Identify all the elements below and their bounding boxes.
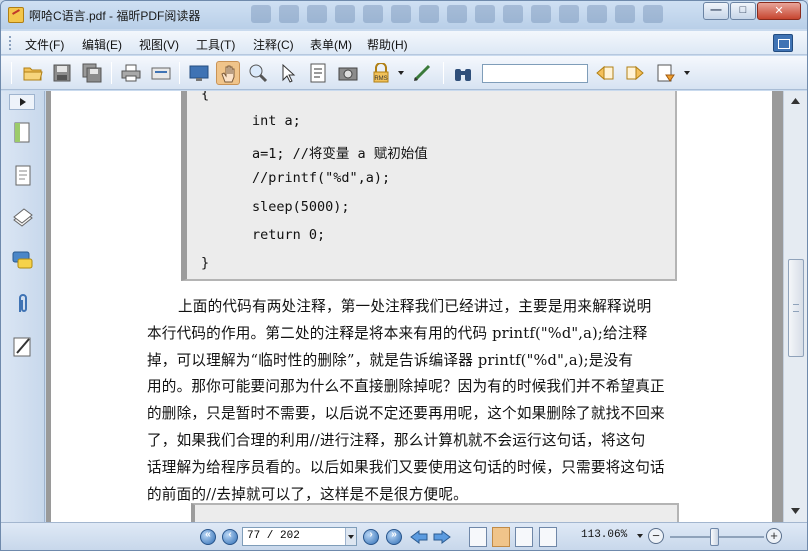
zoom-tool-icon[interactable] (246, 61, 270, 85)
highlight-icon[interactable] (654, 61, 678, 85)
text-select-icon[interactable] (306, 61, 330, 85)
paragraph-line: 掉，可以理解为“临时性的删除”，就是告诉编译器 printf("%d",a);是… (147, 351, 634, 369)
find-next-icon[interactable] (623, 61, 647, 85)
last-page-icon[interactable]: » (386, 529, 402, 545)
paragraph-line: 上面的代码有两处注释，第一处注释我们已经讲过，主要是用来解释说明 (178, 298, 652, 315)
body-paragraph: 上面的代码有两处注释，第一处注释我们已经讲过，主要是用来解释说明 本行代码的作用… (147, 294, 679, 508)
scroll-up-arrow-icon[interactable] (787, 93, 804, 109)
menu-tools[interactable]: 工具(T) (196, 36, 235, 53)
comments-icon[interactable] (12, 249, 34, 273)
find-prev-icon[interactable] (593, 61, 617, 85)
zoom-dropdown-icon[interactable] (637, 534, 643, 538)
paragraph-line: 了，如果我们合理的利用//进行注释，那么计算机就不会运行这句话，将这句 (147, 431, 646, 449)
save-all-icon[interactable] (80, 61, 104, 85)
single-page-view-icon[interactable] (469, 527, 487, 547)
scroll-down-arrow-icon[interactable] (787, 503, 804, 519)
menu-bar: 文件(F) 编辑(E) 视图(V) 工具(T) 注释(C) 表单(M) 帮助(H… (1, 31, 807, 55)
document-viewport[interactable]: { int a; a=1; //将变量 a 赋初始值 //printf("%d"… (46, 91, 783, 522)
window-title: 啊哈C语言.pdf - 福昕PDF阅读器 (29, 9, 201, 23)
bookmarks-icon[interactable] (12, 121, 34, 145)
navigation-sidebar (1, 91, 45, 522)
binoculars-icon[interactable] (451, 61, 475, 85)
vertical-scrollbar[interactable] (783, 91, 807, 522)
code-block: { int a; a=1; //将变量 a 赋初始值 //printf("%d"… (181, 91, 677, 281)
status-bar: « ‹ 77 / 202 › » 113.06% − + (1, 522, 807, 550)
code-line: //printf("%d",a); (252, 170, 391, 186)
continuous-facing-view-icon[interactable] (539, 527, 557, 547)
code-line: int a; (252, 113, 301, 129)
paragraph-line: 本行代码的作用。第二处的注释是将本来有用的代码 printf("%d",a);给… (147, 324, 648, 342)
next-code-block (191, 503, 679, 522)
rms-lock-icon[interactable]: RMS (369, 61, 393, 85)
pdf-page: { int a; a=1; //将变量 a 赋初始值 //printf("%d"… (51, 91, 772, 522)
attachments-icon[interactable] (12, 292, 34, 316)
menu-form[interactable]: 表单(M) (310, 36, 352, 53)
page-number-input[interactable]: 77 / 202 (242, 527, 357, 546)
toolbar-grip (11, 62, 12, 84)
menu-comment[interactable]: 注释(C) (253, 36, 294, 53)
window-controls: — □ ✕ (703, 2, 801, 20)
snapshot-icon[interactable] (336, 61, 360, 85)
go-back-icon[interactable] (410, 530, 428, 544)
zoom-out-button[interactable]: − (648, 528, 664, 544)
go-forward-icon[interactable] (433, 530, 451, 544)
next-page-icon[interactable]: › (363, 529, 379, 545)
code-line: sleep(5000); (252, 199, 350, 215)
open-folder-icon[interactable] (21, 61, 45, 85)
save-icon[interactable] (50, 61, 74, 85)
first-page-icon[interactable]: « (200, 529, 216, 545)
paragraph-line: 的删除，只是暂时不需要，以后说不定还要再用呢，这个如果删除了就找不回来 (147, 405, 665, 423)
sidebar-expand-button[interactable] (9, 94, 35, 110)
menu-help[interactable]: 帮助(H) (367, 36, 408, 53)
maximize-button[interactable]: □ (730, 2, 756, 20)
hand-tool-icon[interactable] (216, 61, 240, 85)
zoom-level[interactable]: 113.06% (581, 529, 627, 541)
scroll-thumb[interactable] (788, 259, 804, 357)
menu-edit[interactable]: 编辑(E) (82, 36, 122, 53)
close-button[interactable]: ✕ (757, 2, 801, 20)
paragraph-line: 用的。那你可能要问那为什么不直接删除掉呢？因为有的时候我们并不希望真正 (147, 378, 665, 396)
code-line: a=1; //将变量 a 赋初始值 (252, 146, 428, 162)
title-bar[interactable]: 啊哈C语言.pdf - 福昕PDF阅读器 — □ ✕ (1, 1, 807, 29)
code-line: } (201, 255, 210, 271)
app-window: 啊哈C语言.pdf - 福昕PDF阅读器 — □ ✕ 文件(F) 编辑(E) 视… (0, 0, 808, 551)
menu-view[interactable]: 视图(V) (139, 36, 179, 53)
scan-icon[interactable] (149, 61, 173, 85)
menu-file[interactable]: 文件(F) (25, 36, 64, 53)
signatures-icon[interactable] (12, 335, 34, 359)
page-dropdown-icon[interactable] (345, 528, 356, 545)
select-cursor-icon[interactable] (276, 61, 300, 85)
page-thumbnails-icon[interactable] (12, 164, 34, 188)
zoom-in-button[interactable]: + (766, 528, 782, 544)
rms-dropdown-icon[interactable] (398, 71, 404, 75)
app-logo-icon (8, 7, 24, 23)
taskbar-reflection (251, 5, 681, 27)
previous-page-icon[interactable]: ‹ (222, 529, 238, 545)
rms-label: RMS (374, 76, 387, 82)
restore-document-icon[interactable] (773, 34, 793, 52)
print-icon[interactable] (119, 61, 143, 85)
find-input[interactable] (482, 64, 588, 83)
code-line: { (201, 91, 210, 102)
layers-icon[interactable] (12, 206, 34, 230)
sign-icon[interactable] (410, 61, 434, 85)
facing-view-icon[interactable] (515, 527, 533, 547)
minimize-button[interactable]: — (703, 2, 729, 20)
code-line: return 0; (252, 227, 326, 243)
paragraph-line: 话理解为给程序员看的。以后如果我们又要使用这句话的时候，只需要将这句话 (147, 458, 665, 476)
fullscreen-icon[interactable] (187, 61, 211, 85)
menu-grip[interactable] (9, 36, 12, 50)
main-toolbar: RMS (1, 56, 807, 90)
continuous-view-icon[interactable] (492, 527, 510, 547)
zoom-slider-thumb[interactable] (710, 528, 719, 546)
highlight-dropdown-icon[interactable] (684, 71, 690, 75)
